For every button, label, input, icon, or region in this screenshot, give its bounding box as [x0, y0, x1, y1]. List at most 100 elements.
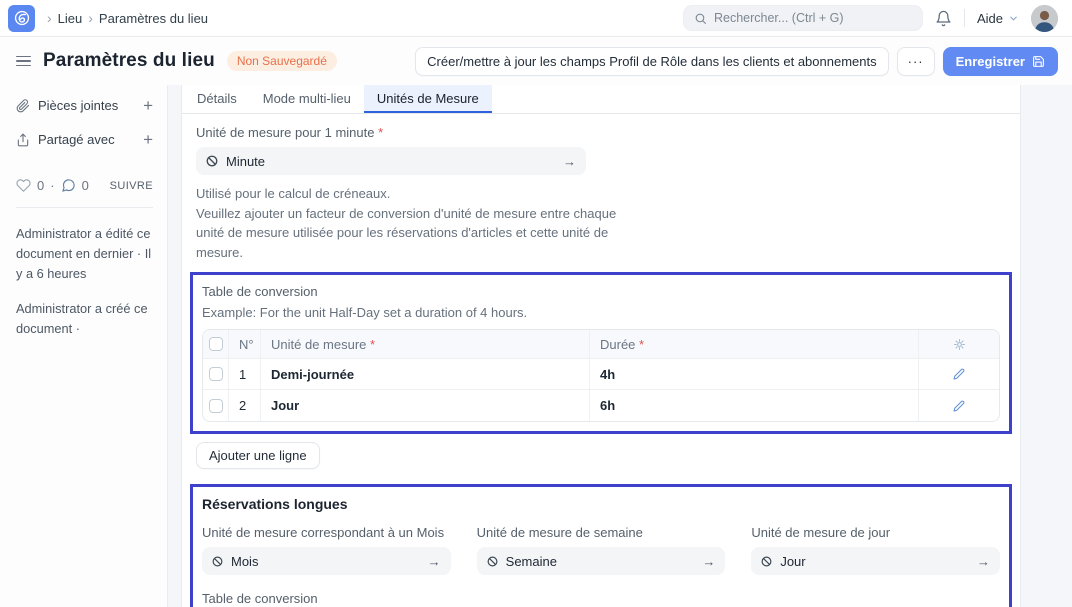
open-link-arrow-icon[interactable]: → — [977, 554, 990, 569]
tab-mode-multi-lieu[interactable]: Mode multi-lieu — [250, 85, 364, 113]
top-navbar: › Lieu › Paramètres du lieu Aide — [0, 0, 1072, 37]
status-badge: Non Sauvegardé — [227, 51, 337, 71]
comment-bubble-icon[interactable] — [61, 178, 76, 193]
conversion-table: N° Unité de mesure * Durée * — [202, 329, 1000, 422]
long-reservations-fields: Unité de mesure correspondant à un Mois … — [202, 525, 1000, 575]
logo-swirl-icon — [13, 9, 31, 27]
global-search[interactable] — [683, 5, 923, 31]
link-slash-circle-icon — [487, 556, 498, 567]
header-cell-uom: Unité de mesure * — [261, 330, 590, 358]
breadcrumb: › Lieu › Paramètres du lieu — [47, 10, 208, 26]
heart-like-icon[interactable] — [16, 178, 31, 193]
page-actions: Créer/mettre à jour les champs Profil de… — [415, 47, 1058, 76]
open-link-arrow-icon[interactable]: → — [428, 554, 441, 569]
conversion-table-label: Table de conversion — [202, 284, 1000, 299]
link-slash-circle-icon — [206, 155, 218, 167]
sidebar-shared-with[interactable]: Partagé avec + — [16, 131, 153, 148]
app-logo[interactable] — [8, 5, 35, 32]
created-info: Administrator a créé ce document · — [16, 299, 153, 339]
help-menu[interactable]: Aide — [977, 11, 1019, 26]
day-uom-label: Unité de mesure de jour — [751, 525, 1000, 540]
month-uom-field[interactable]: Mois → — [202, 547, 451, 575]
form-card: Détails Mode multi-lieu Unités de Mesure… — [181, 85, 1021, 607]
open-link-arrow-icon[interactable]: → — [563, 154, 576, 169]
header-cell-duration: Durée * — [590, 330, 919, 358]
social-row: 0 · 0 SUIVRE — [16, 178, 153, 193]
chevron-down-icon — [1008, 13, 1019, 24]
create-update-role-fields-button[interactable]: Créer/mettre à jour les champs Profil de… — [415, 47, 888, 76]
attachments-label: Pièces jointes — [38, 98, 135, 113]
week-uom-field[interactable]: Semaine → — [477, 547, 726, 575]
required-marker: * — [378, 125, 383, 140]
table-row: 2 Jour 6h — [203, 390, 999, 421]
minute-uom-field[interactable]: Minute → — [196, 147, 586, 175]
tab-details[interactable]: Détails — [184, 85, 250, 113]
search-input[interactable] — [714, 11, 894, 25]
grid-settings-gear-icon[interactable] — [953, 338, 966, 351]
paperclip-icon — [16, 99, 30, 113]
long-reservations-title: Réservations longues — [202, 496, 1000, 512]
row-checkbox[interactable] — [209, 367, 223, 381]
more-actions-button[interactable]: ··· — [897, 47, 935, 76]
day-uom-value: Jour — [780, 554, 969, 569]
minute-uom-value: Minute — [226, 154, 555, 169]
likes-count[interactable]: 0 — [37, 178, 44, 193]
table-header-row: N° Unité de mesure * Durée * — [203, 330, 999, 359]
page-header: Paramètres du lieu Non Sauvegardé Créer/… — [0, 37, 1072, 85]
day-uom-field[interactable]: Jour → — [751, 547, 1000, 575]
save-floppy-icon — [1032, 55, 1045, 68]
header-cell-row-no: N° — [229, 330, 261, 358]
notifications-bell-icon[interactable] — [935, 10, 952, 27]
tab-panel-unites-de-mesure: Unité de mesure pour 1 minute * Minute →… — [182, 114, 1020, 607]
select-all-checkbox[interactable] — [209, 337, 223, 351]
open-link-arrow-icon[interactable]: → — [702, 554, 715, 569]
help-label: Aide — [977, 11, 1003, 26]
add-attachment-button[interactable]: + — [143, 97, 153, 114]
save-button-label: Enregistrer — [956, 54, 1025, 69]
share-icon — [16, 133, 30, 147]
search-icon — [694, 12, 707, 25]
comments-count[interactable]: 0 — [82, 178, 89, 193]
page-title: Paramètres du lieu — [43, 50, 215, 72]
link-slash-circle-icon — [212, 556, 223, 567]
navbar-divider — [964, 9, 965, 27]
duration-cell[interactable]: 4h — [590, 359, 919, 389]
row-checkbox[interactable] — [209, 399, 223, 413]
minute-uom-label: Unité de mesure pour 1 minute * — [196, 125, 1006, 140]
breadcrumb-item-parametres[interactable]: Paramètres du lieu — [99, 11, 208, 26]
table-row: 1 Demi-journée 4h — [203, 359, 999, 390]
add-share-button[interactable]: + — [143, 131, 153, 148]
conversion-table-example: Example: For the unit Half-Day set a dur… — [202, 305, 1000, 320]
form-tabs: Détails Mode multi-lieu Unités de Mesure — [182, 85, 1020, 114]
tab-unites-de-mesure[interactable]: Unités de Mesure — [364, 85, 492, 113]
follow-toggle[interactable]: SUIVRE — [110, 180, 153, 192]
breadcrumb-separator: › — [47, 10, 52, 26]
month-uom-label: Unité de mesure correspondant à un Mois — [202, 525, 451, 540]
week-uom-label: Unité de mesure de semaine — [477, 525, 726, 540]
minute-uom-help: Utilisé pour le calcul de créneaux. Veui… — [196, 184, 641, 262]
duration-cell[interactable]: 6h — [590, 390, 919, 421]
user-avatar[interactable] — [1031, 5, 1058, 32]
conversion-table-highlight-box: Table de conversion Example: For the uni… — [190, 272, 1012, 434]
row-number: 1 — [229, 359, 261, 389]
sidebar-toggle-icon[interactable] — [16, 56, 31, 67]
conversion-table2-label: Table de conversion — [202, 591, 1000, 606]
week-uom-value: Semaine — [506, 554, 695, 569]
edit-row-pencil-icon[interactable] — [953, 368, 965, 380]
uom-cell[interactable]: Demi-journée — [261, 359, 590, 389]
add-row-button[interactable]: Ajouter une ligne — [196, 442, 320, 469]
main-area: Détails Mode multi-lieu Unités de Mesure… — [168, 85, 1072, 607]
sidebar-divider — [16, 207, 153, 208]
avatar-photo — [1031, 5, 1058, 32]
last-edited-info: Administrator a édité ce document en der… — [16, 224, 153, 283]
header-cell-settings — [919, 330, 999, 358]
document-sidebar: Pièces jointes + Partagé avec + 0 · — [0, 85, 168, 607]
link-slash-circle-icon — [761, 556, 772, 567]
sidebar-attachments[interactable]: Pièces jointes + — [16, 97, 153, 114]
save-button[interactable]: Enregistrer — [943, 47, 1058, 76]
long-reservations-highlight-box: Réservations longues Unité de mesure cor… — [190, 484, 1012, 607]
navbar-right: Aide — [683, 5, 1058, 32]
uom-cell[interactable]: Jour — [261, 390, 590, 421]
edit-row-pencil-icon[interactable] — [953, 400, 965, 412]
breadcrumb-item-lieu[interactable]: Lieu — [58, 11, 83, 26]
